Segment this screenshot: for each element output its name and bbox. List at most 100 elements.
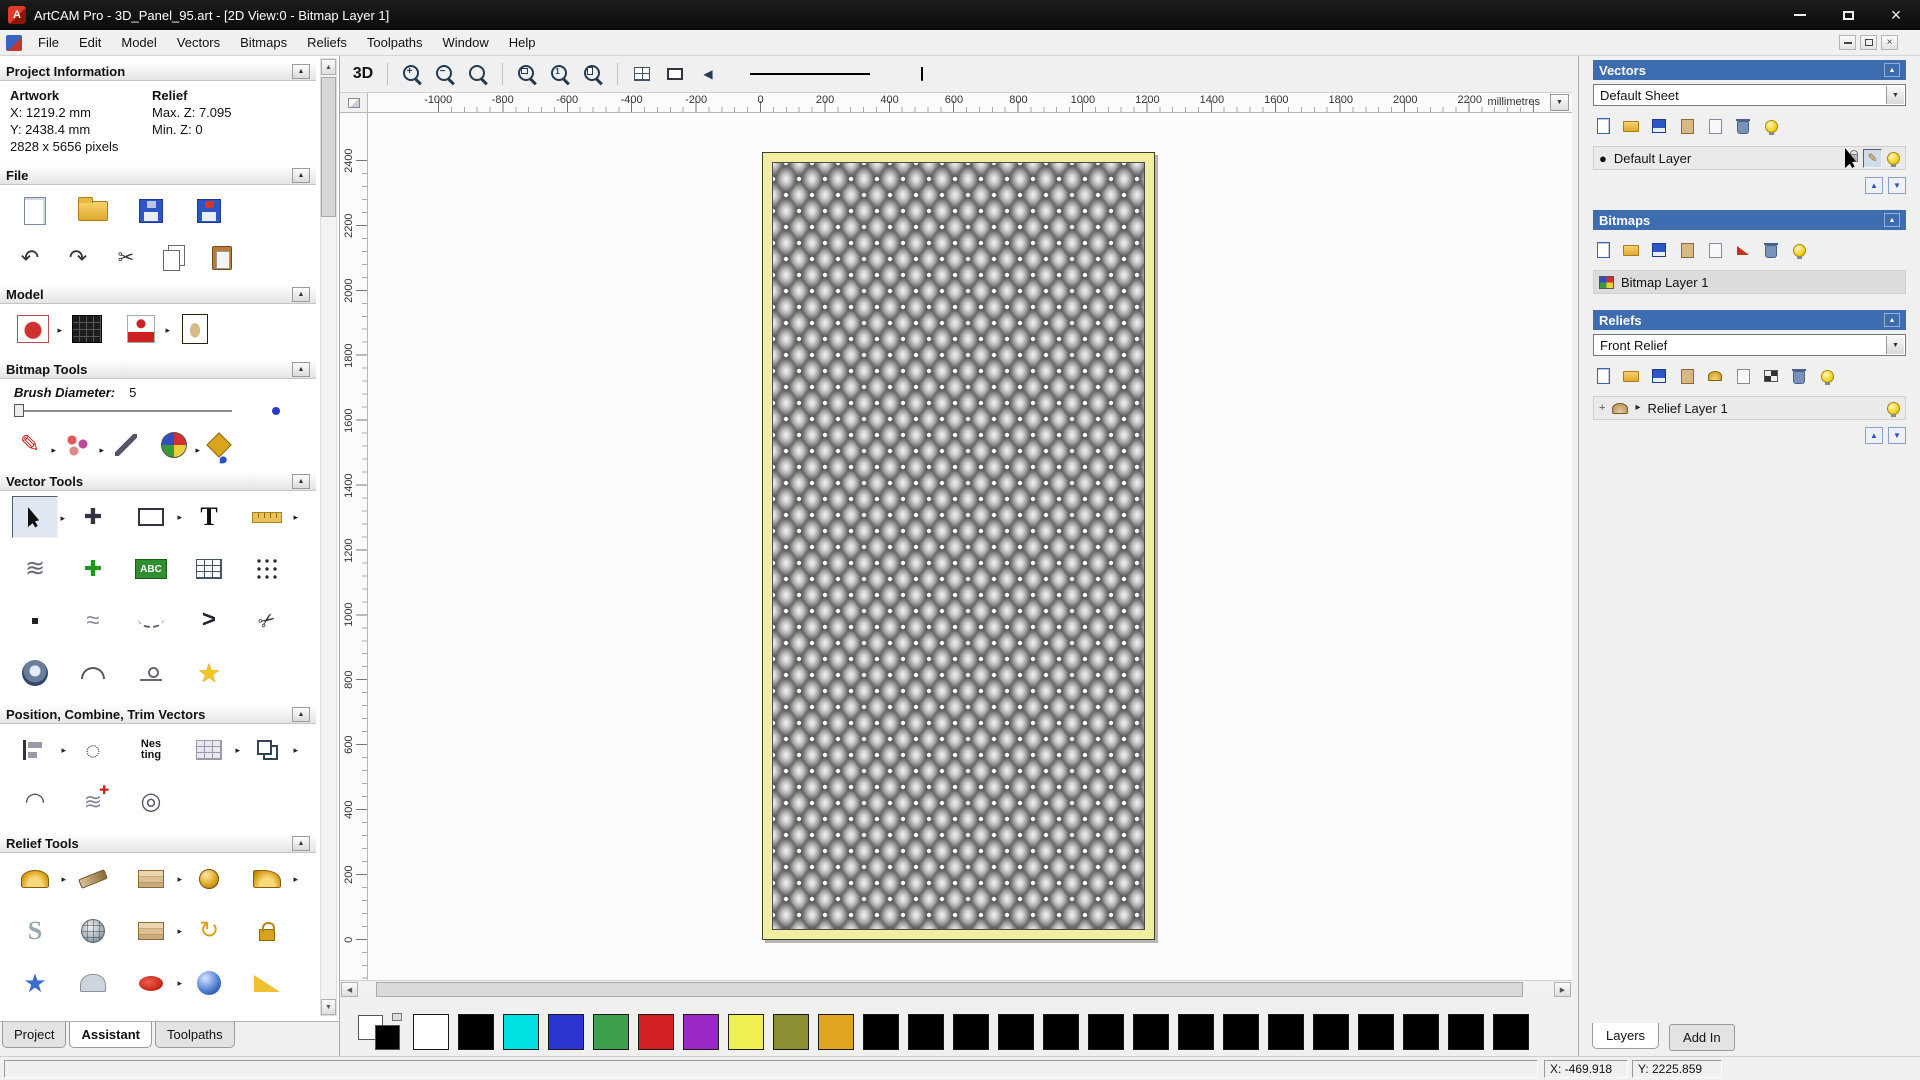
mdi-restore-button[interactable] (1860, 35, 1877, 50)
maximize-button[interactable] (1824, 0, 1872, 30)
primary-secondary-color-swatch[interactable] (358, 1013, 404, 1051)
copy-button[interactable] (156, 242, 192, 274)
scroll-left-button[interactable]: ◀ (341, 982, 358, 997)
block-copy-button[interactable] (186, 729, 232, 771)
extra-relief-button-3[interactable] (128, 1014, 174, 1021)
delete-layer-button[interactable] (1789, 367, 1809, 385)
menu-item[interactable]: Bitmaps (230, 31, 297, 54)
invert-relief-button[interactable] (1761, 367, 1781, 385)
palette-swatch[interactable] (593, 1014, 629, 1050)
expand-arrow-icon[interactable]: ▸ (1635, 403, 1640, 413)
wedge-button[interactable] (244, 962, 290, 1004)
align-vectors-button[interactable] (12, 729, 58, 771)
extrude-button[interactable] (12, 652, 58, 694)
toggle-all-visible-button[interactable] (1789, 241, 1809, 259)
palette-swatch[interactable] (728, 1014, 764, 1050)
palette-swatch[interactable] (1358, 1014, 1394, 1050)
relief-selector[interactable]: Front Relief ▼ (1593, 334, 1906, 356)
spiral-button[interactable]: ◎ (128, 781, 174, 823)
create-polygon-button[interactable]: > (186, 600, 232, 642)
collapse-section-button[interactable]: ▲ (292, 64, 310, 79)
quilted-relief-bitmap[interactable] (772, 162, 1145, 930)
save-bitmap-button[interactable] (1649, 241, 1669, 259)
s-curve-button[interactable]: S (12, 910, 58, 952)
tab-add-in[interactable]: Add In (1669, 1024, 1735, 1051)
collapse-section-button[interactable]: ▲ (292, 287, 310, 302)
fit-arc-button[interactable]: ◠ (12, 781, 58, 823)
layer-color-swatch[interactable]: ● (1599, 152, 1607, 165)
menu-item[interactable]: Help (499, 31, 546, 54)
create-spline-button[interactable]: ≈ (70, 600, 116, 642)
open-model-button[interactable] (70, 190, 116, 232)
open-bitmap-button[interactable] (1621, 241, 1641, 259)
sculpt-button[interactable] (70, 858, 116, 900)
model-panel[interactable] (762, 152, 1155, 940)
smooth-relief-button[interactable] (12, 858, 58, 900)
open-vectors-button[interactable] (1621, 117, 1641, 135)
2d-view-canvas[interactable] (368, 113, 1572, 980)
collapse-section-button[interactable]: ▲ (292, 836, 310, 851)
menu-item[interactable]: Model (111, 31, 166, 54)
flood-fill-button[interactable] (204, 429, 240, 461)
transform-vectors-button[interactable]: ✚ (70, 496, 116, 538)
palette-swatch[interactable] (1178, 1014, 1214, 1050)
palette-swatch[interactable] (1223, 1014, 1259, 1050)
dropdown-icon[interactable]: ▼ (1886, 336, 1904, 354)
offset-vectors-button[interactable]: ≋ (12, 548, 58, 590)
palette-swatch[interactable] (638, 1014, 674, 1050)
collapse-section-button[interactable]: ▲ (292, 474, 310, 489)
tab-toolpaths[interactable]: Toolpaths (155, 1022, 235, 1048)
extra-relief-button-1[interactable] (12, 1014, 58, 1021)
create-arc-button[interactable] (70, 652, 116, 694)
layer-name[interactable]: Bitmap Layer 1 (1621, 275, 1708, 290)
envelope-distort-button[interactable] (70, 962, 116, 1004)
vector-doctor-button[interactable]: ≋ ✚ (70, 781, 116, 823)
palette-swatch[interactable] (818, 1014, 854, 1050)
relief-layer-row[interactable]: + ▸ Relief Layer 1 (1593, 396, 1906, 420)
shape-editor-button[interactable] (186, 858, 232, 900)
create-star-button[interactable]: ★ (186, 652, 232, 694)
select-vectors-button[interactable] (12, 496, 58, 538)
palette-swatch[interactable] (683, 1014, 719, 1050)
smooth-relief-button[interactable] (1733, 367, 1753, 385)
sheet-selector[interactable]: Default Sheet ▼ (1593, 84, 1906, 106)
toggle-all-visible-button[interactable] (1817, 367, 1837, 385)
canvas-horizontal-scrollbar[interactable]: ◀ ▶ (340, 980, 1572, 997)
circular-copy-button[interactable]: ◌ (70, 729, 116, 771)
add-material-button[interactable] (128, 858, 174, 900)
palette-swatch[interactable] (1133, 1014, 1169, 1050)
mdi-close-button[interactable]: × (1881, 35, 1898, 50)
collapse-section-button[interactable]: ▲ (1884, 213, 1900, 227)
edit-layer-button[interactable]: ✎ (1863, 149, 1882, 168)
extra-relief-button-2[interactable] (70, 1014, 116, 1021)
line-width-preview[interactable] (750, 73, 870, 75)
zoom-fit-button[interactable] (578, 60, 608, 88)
colour-picker-button[interactable] (108, 429, 144, 461)
palette-swatch[interactable] (1313, 1014, 1349, 1050)
menu-item[interactable]: Window (433, 31, 499, 54)
create-rectangle-button[interactable] (128, 496, 174, 538)
delete-sheet-button[interactable] (1733, 117, 1753, 135)
palette-swatch[interactable] (1448, 1014, 1484, 1050)
merge-layer-button[interactable] (1705, 241, 1725, 259)
previous-view-button[interactable]: ◀ (693, 60, 723, 88)
minimize-button[interactable] (1776, 0, 1824, 30)
model-lighting-button[interactable] (120, 309, 162, 349)
new-bitmap-layer-button[interactable] (1593, 241, 1613, 259)
scroll-down-button[interactable]: ▼ (321, 999, 336, 1015)
adjust-model-button[interactable] (66, 309, 108, 349)
menu-item[interactable]: Toolpaths (357, 31, 433, 54)
left-panel-scrollbar[interactable]: ▲ ▼ (320, 58, 337, 1016)
import-relief-button[interactable] (1677, 367, 1697, 385)
collapse-section-button[interactable]: ▲ (292, 362, 310, 377)
palette-swatch[interactable] (908, 1014, 944, 1050)
palette-swatch[interactable] (1268, 1014, 1304, 1050)
import-3d-model-button[interactable] (186, 190, 232, 232)
redo-button[interactable]: ↷ (60, 242, 96, 274)
smudge-button[interactable] (128, 962, 174, 1004)
move-layer-down-button[interactable]: ▼ (1888, 177, 1906, 194)
delete-layer-button[interactable] (1761, 241, 1781, 259)
swap-colors-icon[interactable] (392, 1013, 402, 1021)
paste-along-curve-button[interactable] (186, 548, 232, 590)
move-layer-up-button[interactable]: ▲ (1865, 177, 1883, 194)
